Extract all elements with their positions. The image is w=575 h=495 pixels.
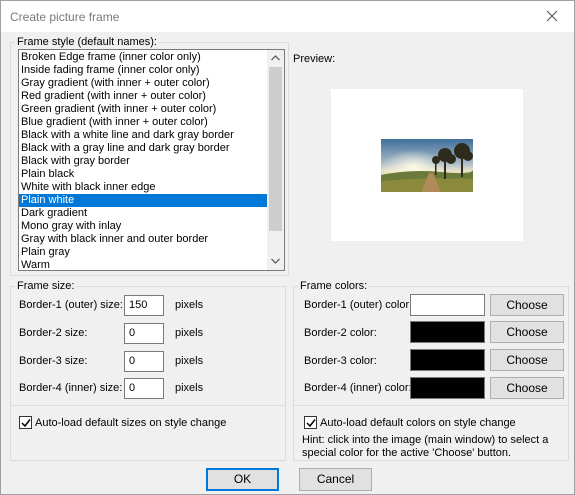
title-bar: Create picture frame (1, 1, 574, 32)
border1-color-label: Border-1 (outer) color: (304, 299, 413, 311)
scroll-down-button[interactable] (267, 253, 284, 270)
scroll-thumb[interactable] (269, 67, 282, 231)
close-icon (546, 10, 558, 22)
border1-unit-label: pixels (175, 299, 204, 311)
border2-size-input[interactable]: 0 (124, 323, 164, 344)
autoload-colors-label[interactable]: Auto-load default colors on style change (320, 417, 516, 429)
list-item[interactable]: Gray gradient (with inner + outer color) (19, 77, 268, 90)
color-hint-text: Hint: click into the image (main window)… (302, 434, 549, 459)
border2-color-swatch (410, 321, 485, 343)
border2-size-label: Border-2 size: (19, 327, 88, 339)
list-item[interactable]: Black with gray border (19, 155, 268, 168)
frame-style-legend: Frame style (default names): (15, 36, 159, 49)
window-title: Create picture frame (10, 10, 120, 24)
list-scrollbar[interactable] (267, 50, 284, 270)
border4-size-label: Border-4 (inner) size: (19, 382, 123, 394)
border4-unit-label: pixels (175, 382, 204, 394)
checkmark-icon (21, 419, 31, 428)
list-item[interactable]: Plain black (19, 168, 268, 181)
chevron-up-icon (271, 55, 280, 61)
border1-color-swatch (410, 294, 485, 316)
list-item[interactable]: Broken Edge frame (inner color only) (19, 51, 268, 64)
preview-label: Preview: (293, 53, 336, 65)
preview-image (381, 139, 473, 192)
border1-size-label: Border-1 (outer) size: (19, 299, 123, 311)
scroll-up-button[interactable] (267, 50, 284, 67)
border3-choose-button[interactable]: Choose (490, 349, 564, 371)
border2-color-label: Border-2 color: (304, 327, 377, 339)
autoload-sizes-label[interactable]: Auto-load default sizes on style change (35, 417, 226, 429)
list-item[interactable]: Green gradient (with inner + outer color… (19, 103, 268, 116)
border4-size-input[interactable]: 0 (124, 378, 164, 399)
border4-choose-button[interactable]: Choose (490, 377, 564, 399)
border4-color-label: Border-4 (inner) color: (304, 382, 412, 394)
frame-style-list[interactable]: Broken Edge frame (inner color only) Insi… (18, 49, 285, 271)
list-item[interactable]: Plain gray (19, 246, 268, 259)
border1-choose-button[interactable]: Choose (490, 294, 564, 316)
list-item[interactable]: Plain white (19, 194, 268, 207)
create-picture-frame-dialog: Create picture frame Frame style (defaul… (0, 0, 575, 495)
preview-area (291, 89, 563, 241)
list-item[interactable]: Black with a gray line and dark gray bor… (19, 142, 268, 155)
landscape-thumbnail (381, 139, 473, 192)
ok-button[interactable]: OK (206, 468, 279, 491)
list-item[interactable]: Mono gray with inlay (19, 220, 268, 233)
list-item[interactable]: Dark gradient (19, 207, 268, 220)
border2-unit-label: pixels (175, 327, 204, 339)
border3-size-input[interactable]: 0 (124, 351, 164, 372)
cancel-button[interactable]: Cancel (299, 468, 372, 491)
border3-color-label: Border-3 color: (304, 355, 377, 367)
frame-size-divider (10, 405, 286, 406)
frame-colors-divider (293, 405, 569, 406)
border4-color-swatch (410, 377, 485, 399)
preview-frame (331, 89, 523, 241)
list-item[interactable]: Blue gradient (with inner + outer color) (19, 116, 268, 129)
frame-colors-legend: Frame colors: (298, 280, 370, 293)
autoload-sizes-checkbox[interactable] (19, 416, 32, 429)
border3-unit-label: pixels (175, 355, 204, 367)
list-item[interactable]: Gray with black inner and outer border (19, 233, 268, 246)
list-item[interactable]: Red gradient (with inner + outer color) (19, 90, 268, 103)
autoload-colors-checkbox[interactable] (304, 416, 317, 429)
border3-size-label: Border-3 size: (19, 355, 88, 367)
chevron-down-icon (271, 258, 280, 264)
border1-size-input[interactable]: 150 (124, 295, 164, 316)
frame-style-items: Broken Edge frame (inner color only) Insi… (19, 51, 268, 270)
frame-size-legend: Frame size: (15, 280, 77, 293)
list-item[interactable]: Black with a white line and dark gray bo… (19, 129, 268, 142)
list-item[interactable]: Warm (19, 259, 268, 270)
border2-choose-button[interactable]: Choose (490, 321, 564, 343)
list-item[interactable]: Inside fading frame (inner color only) (19, 64, 268, 77)
border3-color-swatch (410, 349, 485, 371)
checkmark-icon (306, 419, 316, 428)
list-item[interactable]: White with black inner edge (19, 181, 268, 194)
close-button[interactable] (530, 1, 574, 32)
